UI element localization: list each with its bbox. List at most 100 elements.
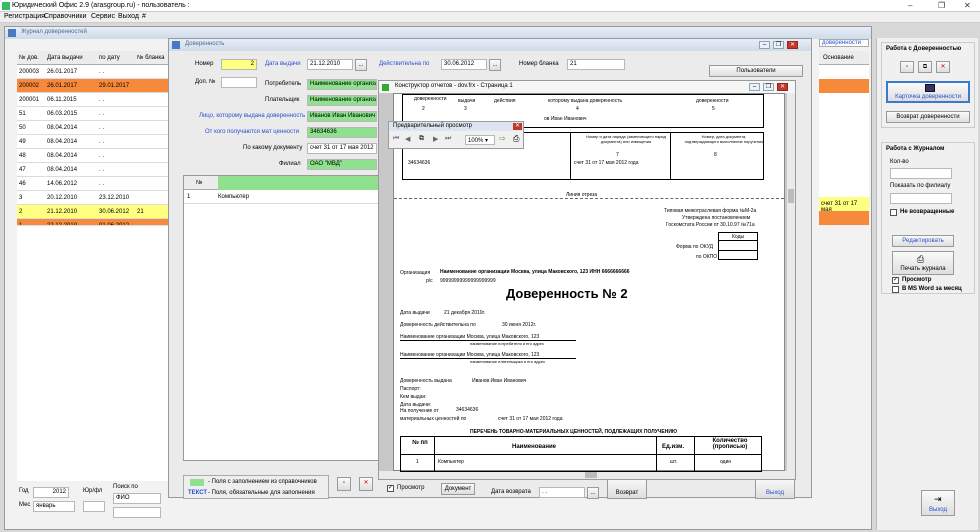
menu-service[interactable]: Сервис bbox=[91, 13, 115, 20]
branch-field[interactable]: ОАО "МВД" bbox=[307, 159, 377, 170]
col-to[interactable]: по дату bbox=[99, 55, 120, 61]
extra-field[interactable] bbox=[221, 77, 257, 88]
number-field[interactable]: 2 bbox=[221, 59, 257, 70]
form-line-2: Госкомстата России от 30.10.97 №71а bbox=[666, 222, 755, 228]
journal-right-row-orange bbox=[819, 79, 869, 93]
document-button[interactable]: Документ bbox=[441, 483, 475, 495]
year-field[interactable]: 2012 bbox=[33, 487, 69, 498]
cell-to: 23.12.2010 bbox=[99, 195, 130, 201]
payer-field[interactable]: Наименование организа bbox=[307, 95, 377, 106]
close-icon[interactable]: ✕ bbox=[964, 1, 971, 10]
branch-filter-select[interactable] bbox=[890, 193, 952, 204]
zoom-select[interactable]: 100% ▾ bbox=[465, 135, 495, 145]
constructor-close-icon[interactable]: ✕ bbox=[777, 83, 788, 91]
items-row[interactable]: 1 Компьютер bbox=[184, 190, 382, 204]
prev-page-icon[interactable]: ◀ bbox=[405, 135, 410, 143]
restore-icon[interactable]: ❐ bbox=[938, 1, 945, 10]
proxy-card-button[interactable]: Карточка доверенности bbox=[886, 81, 970, 103]
table-row[interactable]: 46 14.06.2012 . . bbox=[17, 177, 169, 191]
count-field[interactable] bbox=[890, 168, 952, 179]
journal-right-row-yellow[interactable]: счет 31 от 17 мая bbox=[819, 197, 869, 213]
next-page-icon[interactable]: ▶ bbox=[433, 135, 438, 143]
word-checkbox[interactable] bbox=[892, 286, 899, 293]
preview-close-icon[interactable]: ✕ bbox=[513, 123, 522, 130]
month-select[interactable]: январь bbox=[33, 501, 75, 512]
menu-registration[interactable]: Регистрация bbox=[4, 13, 45, 20]
not-returned-checkbox[interactable] bbox=[890, 209, 897, 216]
export-icon[interactable]: ⇨ bbox=[499, 134, 506, 143]
menu-references[interactable]: Справочники bbox=[44, 13, 86, 20]
blank-field[interactable]: 21 bbox=[567, 59, 625, 70]
proxy-restore-icon[interactable]: ❐ bbox=[773, 41, 784, 49]
proxy-section-title: Работа с Доверенностью bbox=[886, 46, 962, 52]
col-num[interactable]: № дов. bbox=[19, 55, 39, 61]
consumer-field[interactable]: Наименование организа bbox=[307, 79, 377, 90]
valid-date-field[interactable]: 30.06.2012 bbox=[441, 59, 487, 70]
table-row[interactable]: 50 08.04.2014 . . bbox=[17, 121, 169, 135]
table-row[interactable]: 2 21.12.2010 30.06.2012 21 bbox=[17, 205, 169, 219]
table-row[interactable]: 200001 06.11.2015 . . bbox=[17, 93, 169, 107]
print-journal-button[interactable]: ⎙ Печать журнала bbox=[892, 251, 954, 275]
edit-button[interactable]: Редактировать bbox=[892, 235, 954, 247]
table-row[interactable]: 200003 26.01.2017 . . bbox=[17, 65, 169, 79]
cell-to: . . bbox=[99, 69, 105, 75]
col-basis[interactable]: Основание bbox=[823, 55, 854, 61]
from-field[interactable]: 34634636 bbox=[307, 127, 377, 138]
print-icon[interactable]: ⎙ bbox=[513, 134, 519, 144]
exit-button[interactable]: Выход bbox=[755, 477, 795, 499]
constructor-vscroll-thumb[interactable] bbox=[788, 189, 794, 203]
journal-window-icon bbox=[8, 29, 16, 37]
constructor-restore-icon[interactable]: ❐ bbox=[763, 83, 774, 91]
table-row[interactable]: 3 20.12.2010 23.12.2010 bbox=[17, 191, 169, 205]
main-exit-button[interactable]: ⇥ Выход bbox=[921, 490, 955, 516]
constructor-hscroll-thumb[interactable] bbox=[585, 472, 597, 478]
menu-hash[interactable]: # bbox=[142, 13, 146, 20]
col-date[interactable]: Дата выдачи bbox=[47, 55, 83, 61]
copy-proxy-icon[interactable]: ⧉ bbox=[918, 61, 932, 73]
delete-proxy-icon[interactable]: ✕ bbox=[936, 61, 950, 73]
table-row[interactable]: 47 08.04.2014 . . bbox=[17, 163, 169, 177]
receive-value: 34634636 bbox=[456, 407, 479, 413]
proxy-minimize-icon[interactable]: – bbox=[759, 41, 770, 49]
issue-date-field[interactable]: 21.12.2010 bbox=[307, 59, 353, 70]
table-row[interactable]: 200002 26.01.2017 29.01.2017 bbox=[17, 79, 169, 93]
yurfl-select[interactable] bbox=[83, 501, 105, 512]
delete-icon[interactable]: ✕ bbox=[359, 477, 373, 491]
minimize-icon[interactable]: – bbox=[908, 1, 912, 10]
journal-right-row-orange2 bbox=[819, 211, 869, 225]
return-date-field[interactable]: . . bbox=[539, 487, 585, 498]
search-by-select[interactable]: ФИО bbox=[113, 493, 161, 504]
return-button[interactable]: Возврат bbox=[607, 477, 647, 499]
col-blank[interactable]: № бланка bbox=[137, 55, 165, 61]
constructor-hscroll[interactable] bbox=[379, 471, 787, 479]
constructor-minimize-icon[interactable]: – bbox=[749, 83, 760, 91]
cell-num: 47 bbox=[19, 167, 26, 173]
first-page-icon[interactable]: ⏮ bbox=[393, 135, 399, 143]
return-proxy-button[interactable]: Возврат доверенности bbox=[886, 111, 970, 123]
last-page-icon[interactable]: ⏭ bbox=[445, 135, 451, 143]
copy-icon[interactable]: ⧉ bbox=[419, 135, 424, 143]
table-row[interactable]: 48 08.04.2014 . . bbox=[17, 149, 169, 163]
constructor-vscroll[interactable] bbox=[787, 93, 795, 479]
menu-exit[interactable]: Выход bbox=[118, 13, 139, 20]
proxy-close-icon[interactable]: ✕ bbox=[787, 41, 798, 49]
valid-date-picker-button[interactable]: ... bbox=[489, 59, 501, 71]
year-label: Год bbox=[19, 488, 29, 494]
cell-date: 20.12.2010 bbox=[47, 195, 78, 201]
table-row[interactable]: 49 08.04.2014 . . bbox=[17, 135, 169, 149]
search-input[interactable] bbox=[113, 507, 161, 518]
return-date-picker-button[interactable]: ... bbox=[587, 487, 599, 499]
preview-checkbox[interactable]: ✓ bbox=[387, 485, 394, 492]
cell-num: 3 bbox=[19, 195, 23, 201]
new-proxy-icon[interactable]: ▫ bbox=[900, 61, 914, 73]
users-button[interactable]: Пользователи bbox=[709, 65, 803, 77]
form-line-1: Утверждена постановлением bbox=[682, 215, 751, 221]
issue-date-picker-button[interactable]: ... bbox=[355, 59, 367, 71]
doc-field[interactable]: счет 31 от 17 мая 2012 bbox=[307, 143, 377, 154]
journal-preview-checkbox[interactable]: ✓ bbox=[892, 277, 899, 284]
table-row[interactable]: 51 06.03.2015 . . bbox=[17, 107, 169, 121]
new-doc-icon[interactable]: ▫ bbox=[337, 477, 351, 491]
cell-date: 08.04.2014 bbox=[47, 139, 78, 145]
consumer-caption: наименование потребителя и его адрес bbox=[470, 341, 544, 346]
person-field[interactable]: Иванов Иван Иванович bbox=[307, 111, 377, 122]
